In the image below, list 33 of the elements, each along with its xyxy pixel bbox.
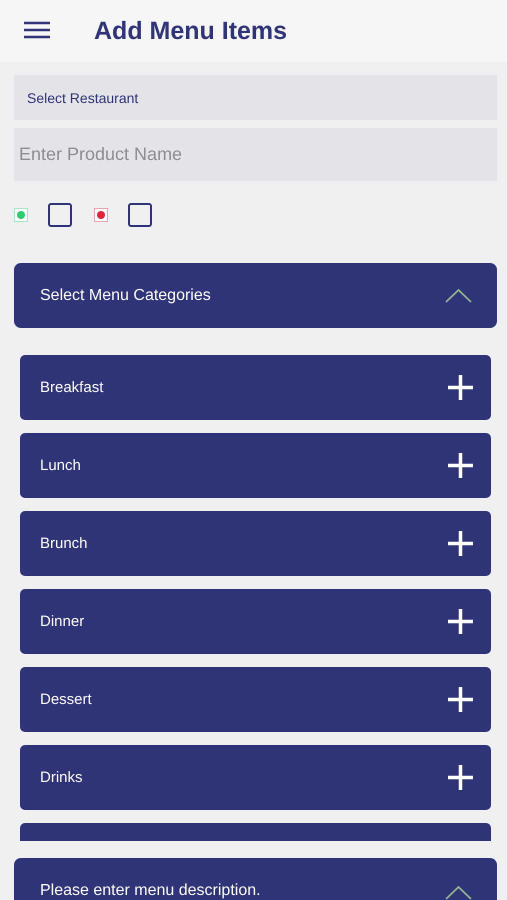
category-label: Lunch xyxy=(40,457,81,474)
plus-icon xyxy=(448,453,473,478)
plus-icon xyxy=(448,609,473,634)
category-label: Drinks xyxy=(40,769,83,786)
menu-button[interactable] xyxy=(24,21,50,41)
plus-icon xyxy=(448,765,473,790)
category-label: Brunch xyxy=(40,535,88,552)
category-item[interactable]: Dessert xyxy=(20,667,491,732)
description-header[interactable]: Please enter menu description. xyxy=(14,858,497,900)
category-label: Dinner xyxy=(40,613,84,630)
chevron-up-icon xyxy=(445,288,472,303)
category-label: Dessert xyxy=(40,691,92,708)
category-item[interactable]: Drinks xyxy=(20,745,491,810)
category-item[interactable]: Dinner xyxy=(20,589,491,654)
category-item[interactable]: Lunch xyxy=(20,433,491,498)
category-item[interactable]: Brunch xyxy=(20,511,491,576)
plus-icon xyxy=(448,375,473,400)
plus-icon xyxy=(448,687,473,712)
restaurant-select[interactable]: Select Restaurant xyxy=(14,75,497,120)
category-item[interactable]: Breakfast xyxy=(20,355,491,420)
chevron-up-icon xyxy=(445,885,472,900)
category-label: Breakfast xyxy=(40,379,104,396)
checkbox[interactable] xyxy=(128,203,152,227)
plus-icon xyxy=(448,531,473,556)
page-title: Add Menu Items xyxy=(94,16,288,46)
categories-title: Select Menu Categories xyxy=(40,286,211,304)
checkbox[interactable] xyxy=(48,203,72,227)
product-name-field[interactable]: Enter Product Name xyxy=(14,128,497,181)
food-type-dot-icon xyxy=(94,208,108,222)
food-type-dot-icon xyxy=(14,208,28,222)
categories-header[interactable]: Select Menu Categories xyxy=(14,263,497,328)
description-title: Please enter menu description. xyxy=(40,882,261,900)
menu-icon xyxy=(24,21,50,39)
